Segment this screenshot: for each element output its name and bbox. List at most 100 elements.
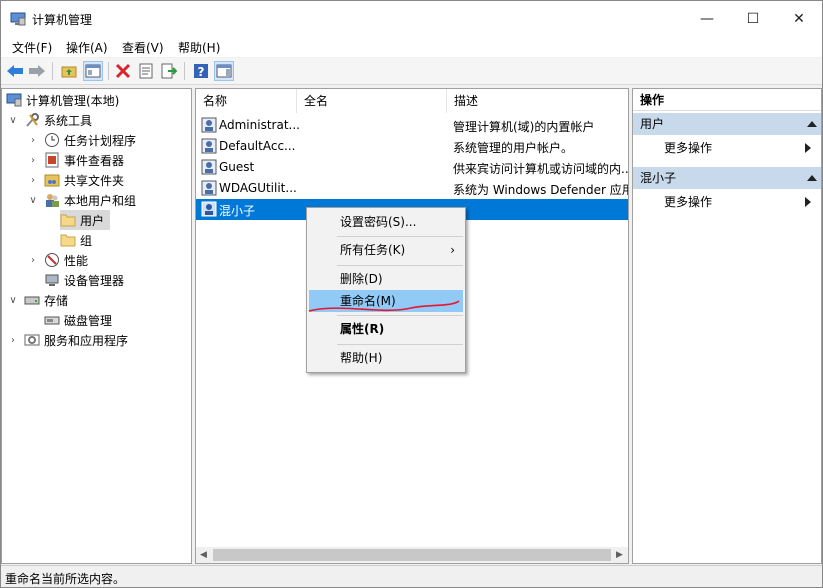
submenu-arrow-icon: › <box>450 243 455 257</box>
tree-label: 设备管理器 <box>64 273 125 288</box>
tree-users[interactable]: 用户 <box>60 210 111 230</box>
chevron-down-icon[interactable]: ∨ <box>28 195 38 206</box>
computer-icon <box>6 92 22 108</box>
tree-services-applications[interactable]: › 服务和应用程序 <box>8 330 128 350</box>
tree-disk-management[interactable]: 磁盘管理 <box>44 310 112 330</box>
chevron-down-icon[interactable]: ∨ <box>8 295 18 306</box>
user-icon <box>201 180 217 199</box>
menu-delete[interactable]: 删除(D) <box>309 268 463 290</box>
menu-properties[interactable]: 属性(R) <box>309 318 463 340</box>
close-icon: ✕ <box>793 11 805 27</box>
section-label: 用户 <box>640 117 665 131</box>
maximize-button[interactable]: ☐ <box>730 1 776 37</box>
minimize-icon: — <box>700 11 714 27</box>
up-folder-button[interactable] <box>59 61 79 81</box>
scroll-right-icon[interactable]: ▶ <box>616 550 623 560</box>
menu-item-label: 设置密码(S)... <box>340 215 417 229</box>
tree-label: 服务和应用程序 <box>44 333 129 348</box>
minimize-button[interactable]: — <box>684 1 730 37</box>
tree-label: 共享文件夹 <box>64 173 125 188</box>
submenu-arrow-icon <box>805 197 811 207</box>
collapse-up-icon <box>807 121 817 127</box>
table-row[interactable]: Guest 供来宾访问计算机或访问域的内... <box>196 157 628 178</box>
menu-set-password[interactable]: 设置密码(S)... <box>309 211 463 233</box>
column-description[interactable]: 描述 <box>447 89 628 113</box>
tree-performance[interactable]: › 性能 <box>28 250 88 270</box>
table-row[interactable]: Administrat... 管理计算机(域)的内置帐户 <box>196 115 628 136</box>
tree-label: 计算机管理(本地) <box>26 93 120 108</box>
tree-system-tools[interactable]: ∨ 系统工具 <box>8 110 92 130</box>
chevron-right-icon[interactable]: › <box>28 135 38 146</box>
action-more-actions-user[interactable]: 更多操作 <box>633 191 821 213</box>
tree-label: 事件查看器 <box>64 153 125 168</box>
help-icon: ? <box>194 64 208 79</box>
submenu-arrow-icon <box>805 143 811 153</box>
tree-label: 性能 <box>64 253 89 268</box>
export-icon <box>161 63 177 79</box>
scroll-thumb[interactable] <box>213 549 611 561</box>
menu-item-label: 删除(D) <box>340 272 383 286</box>
menu-all-tasks[interactable]: 所有任务(K) › <box>309 239 463 261</box>
table-row[interactable]: WDAGUtilit... 系统为 Windows Defender 应用 <box>196 178 628 199</box>
row-description: 管理计算机(域)的内置帐户 <box>453 120 595 134</box>
menu-item-label: 帮助(H) <box>340 351 383 365</box>
red-underline-annotation <box>308 300 460 312</box>
row-description: 系统管理的用户帐户。 <box>453 141 574 155</box>
menu-file[interactable]: 文件(F) <box>12 39 52 56</box>
column-name[interactable]: 名称 <box>196 89 297 113</box>
close-button[interactable]: ✕ <box>776 1 822 37</box>
tree-label: 本地用户和组 <box>64 193 137 208</box>
shared-folder-icon <box>44 172 60 188</box>
tree-label: 用户 <box>80 213 105 228</box>
forward-button[interactable] <box>27 61 47 81</box>
tree-computer-management[interactable]: 计算机管理(本地) <box>6 90 119 110</box>
actions-section-users[interactable]: 用户 <box>633 113 821 135</box>
table-row[interactable]: DefaultAcc... 系统管理的用户帐户。 <box>196 136 628 157</box>
tree-storage[interactable]: ∨ 存储 <box>8 290 68 310</box>
chevron-right-icon[interactable]: › <box>28 255 38 266</box>
chevron-right-icon[interactable]: › <box>28 155 38 166</box>
tree-shared-folders[interactable]: › 共享文件夹 <box>28 170 124 190</box>
tree-groups[interactable]: 组 <box>60 230 92 250</box>
show-hide-tree-button[interactable] <box>83 61 103 81</box>
tree-local-users-groups[interactable]: ∨ 本地用户和组 <box>28 190 136 210</box>
menu-help[interactable]: 帮助(H) <box>309 347 463 369</box>
menu-action[interactable]: 操作(A) <box>66 39 108 56</box>
chevron-down-icon[interactable]: ∨ <box>8 115 18 126</box>
menu-view[interactable]: 查看(V) <box>122 39 164 56</box>
user-icon <box>201 201 217 220</box>
row-name: Administrat... <box>219 118 299 132</box>
column-fullname[interactable]: 全名 <box>297 89 447 113</box>
user-icon <box>201 138 217 157</box>
show-action-pane-button[interactable] <box>214 61 234 81</box>
help-button[interactable]: ? <box>191 61 211 81</box>
row-description: 系统为 Windows Defender 应用 <box>453 183 628 197</box>
actions-title: 操作 <box>633 89 821 111</box>
user-icon <box>201 117 217 136</box>
chevron-right-icon[interactable]: › <box>8 335 18 346</box>
row-name: Guest <box>219 160 255 174</box>
section-label: 混小子 <box>640 171 677 185</box>
delete-button[interactable] <box>113 61 133 81</box>
properties-button[interactable] <box>136 61 156 81</box>
menu-help[interactable]: 帮助(H) <box>178 39 220 56</box>
row-name: 混小子 <box>219 204 256 218</box>
action-more-actions-users[interactable]: 更多操作 <box>633 137 821 159</box>
tree-event-viewer[interactable]: › 事件查看器 <box>28 150 124 170</box>
forward-arrow-icon <box>29 65 45 77</box>
action-label: 更多操作 <box>664 195 713 209</box>
maximize-icon: ☐ <box>746 11 760 27</box>
horizontal-scrollbar[interactable]: ◀ ▶ <box>196 547 628 563</box>
tree-device-manager[interactable]: 设备管理器 <box>44 270 124 290</box>
tree-task-scheduler[interactable]: › 任务计划程序 <box>28 130 136 150</box>
console-tree-icon <box>85 64 101 78</box>
chevron-right-icon[interactable]: › <box>28 175 38 186</box>
actions-section-user[interactable]: 混小子 <box>633 167 821 189</box>
back-button[interactable] <box>5 61 25 81</box>
disk-icon <box>44 312 60 328</box>
row-name: WDAGUtilit... <box>219 181 297 195</box>
scroll-left-icon[interactable]: ◀ <box>200 550 207 560</box>
folder-up-icon <box>61 66 77 78</box>
folder-icon <box>60 212 76 228</box>
export-list-button[interactable] <box>159 61 179 81</box>
